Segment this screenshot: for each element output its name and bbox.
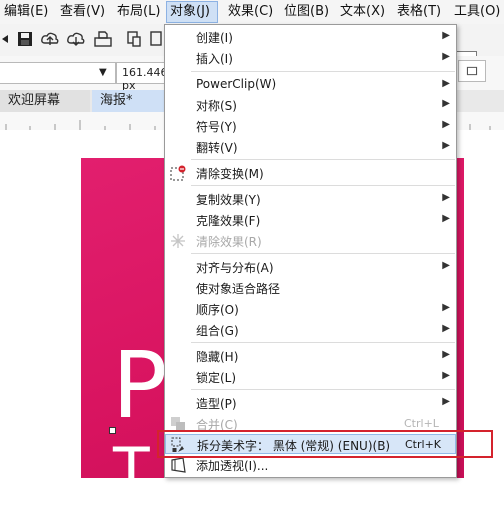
menu-tools[interactable]: 工具(O): [454, 0, 500, 24]
copy-icon[interactable]: [125, 29, 145, 49]
size-field[interactable]: 161.446 px: [116, 62, 168, 92]
tab-poster[interactable]: 海报*: [92, 90, 167, 112]
perspective-icon: [170, 457, 186, 473]
save-icon[interactable]: [15, 29, 35, 49]
chevron-right-icon: ▶: [442, 98, 450, 109]
menu-separator: [191, 71, 455, 72]
highlight-annotation-box: [157, 430, 493, 458]
selection-handle[interactable]: [109, 427, 116, 434]
chevron-right-icon: ▶: [442, 349, 450, 360]
menu-item-flip[interactable]: 翻转(V) ▶: [165, 137, 456, 157]
menu-bitmap[interactable]: 位图(B): [284, 0, 329, 24]
chevron-right-icon: ▶: [442, 260, 450, 271]
menu-item-fit-to-path[interactable]: 使对象适合路径: [165, 278, 456, 298]
poster-artistic-text-2[interactable]: T: [113, 440, 150, 500]
object-menu: 创建(I) ▶ 插入(I) ▶ PowerClip(W) ▶ 对称(S) ▶ 符…: [164, 24, 457, 478]
menu-item-clone-effect[interactable]: 克隆效果(F) ▶: [165, 210, 456, 230]
menu-item-hide[interactable]: 隐藏(H) ▶: [165, 346, 456, 366]
chevron-right-icon: ▶: [442, 30, 450, 41]
menu-edit[interactable]: 编辑(E): [4, 0, 48, 24]
chevron-right-icon: ▶: [442, 213, 450, 224]
menu-layout[interactable]: 布局(L): [117, 0, 160, 24]
menu-separator: [191, 253, 455, 254]
menu-separator: [191, 389, 455, 390]
chevron-right-icon: ▶: [442, 192, 450, 203]
clear-transform-icon: [170, 165, 186, 181]
menu-item-add-perspective[interactable]: 添加透视(I)...: [165, 455, 456, 475]
menu-item-symbol[interactable]: 符号(Y) ▶: [165, 116, 456, 136]
menu-item-shaping[interactable]: 造型(P) ▶: [165, 393, 456, 413]
chevron-down-icon: ▼: [99, 67, 107, 78]
menu-item-clear-effect: 清除效果(R): [165, 231, 456, 251]
menu-separator: [191, 342, 455, 343]
menu-effects[interactable]: 效果(C): [228, 0, 273, 24]
menu-item-lock[interactable]: 锁定(L) ▶: [165, 367, 456, 387]
print-icon[interactable]: [93, 29, 113, 49]
menu-table[interactable]: 表格(T): [397, 0, 441, 24]
lock-ratio-button[interactable]: [458, 60, 486, 82]
chevron-right-icon: ▶: [442, 78, 450, 89]
menu-object[interactable]: 对象(J): [166, 1, 218, 23]
menu-item-powerclip[interactable]: PowerClip(W) ▶: [165, 75, 456, 95]
tab-welcome-screen[interactable]: 欢迎屏幕: [0, 90, 90, 112]
menu-item-clear-transform[interactable]: 清除变换(M): [165, 163, 456, 183]
menubar: 编辑(E) 查看(V) 布局(L) 对象(J) 效果(C) 位图(B) 文本(X…: [0, 0, 504, 25]
menu-view[interactable]: 查看(V): [60, 0, 105, 24]
menu-item-align-distribute[interactable]: 对齐与分布(A) ▶: [165, 257, 456, 277]
menu-item-symmetry[interactable]: 对称(S) ▶: [165, 95, 456, 115]
chevron-right-icon: ▶: [442, 140, 450, 151]
menu-separator: [191, 185, 455, 186]
clear-effect-icon: [170, 233, 186, 249]
menu-item-group[interactable]: 组合(G) ▶: [165, 320, 456, 340]
chevron-right-icon: ▶: [442, 51, 450, 62]
menu-item-order[interactable]: 顺序(O) ▶: [165, 299, 456, 319]
menu-separator: [191, 159, 455, 160]
chevron-right-icon: ▶: [442, 302, 450, 313]
menu-item-create[interactable]: 创建(I) ▶: [165, 27, 456, 47]
cloud-upload-icon[interactable]: [40, 29, 60, 49]
chevron-right-icon: ▶: [442, 323, 450, 334]
menu-text[interactable]: 文本(X): [340, 0, 385, 24]
chevron-right-icon: ▶: [442, 119, 450, 130]
chevron-right-icon: ▶: [442, 396, 450, 407]
chevron-right-icon: ▶: [442, 370, 450, 381]
cloud-download-icon[interactable]: [66, 29, 86, 49]
menu-item-insert[interactable]: 插入(I) ▶: [165, 48, 456, 68]
menu-item-copy-effect[interactable]: 复制效果(Y) ▶: [165, 189, 456, 209]
preset-dropdown[interactable]: ▼: [0, 62, 116, 84]
poster-artistic-text[interactable]: P: [112, 340, 167, 432]
